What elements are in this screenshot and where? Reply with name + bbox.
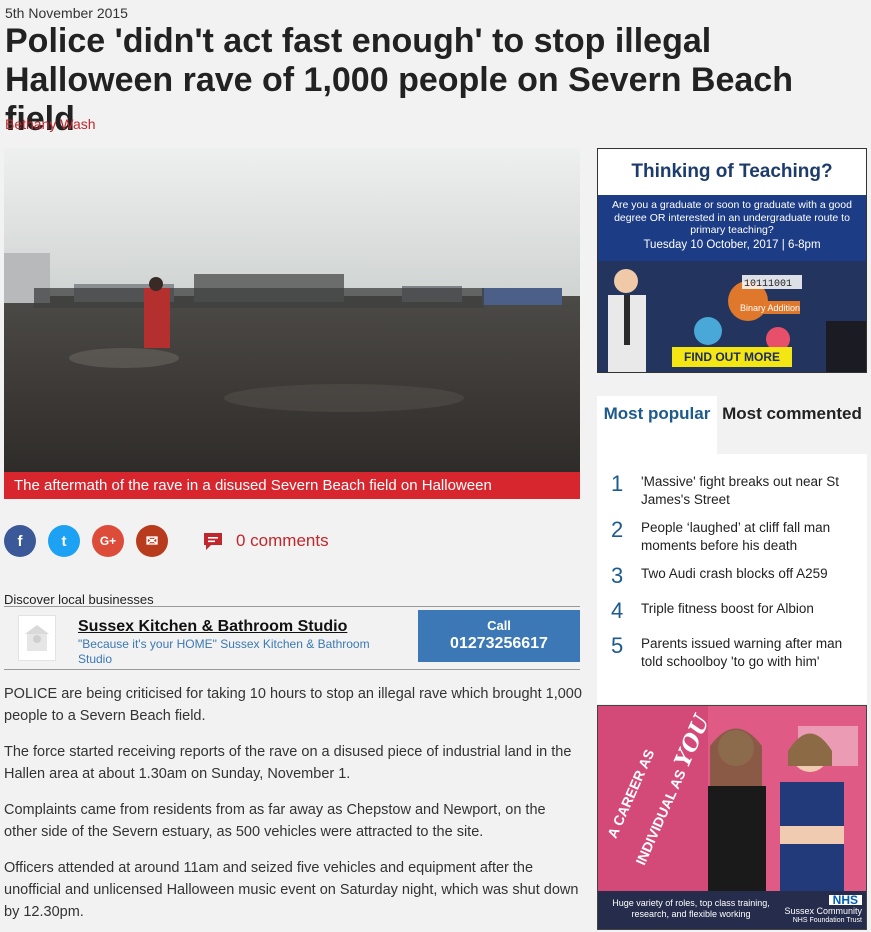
list-item[interactable]: 5 Parents issued warning after man told … [611, 632, 867, 671]
ad-text-panel: Are you a graduate or soon to graduate w… [598, 195, 866, 261]
call-business-button[interactable]: Call 01273256617 [418, 610, 580, 662]
article-paragraph: POLICE are being criticised for taking 1… [4, 686, 582, 724]
googleplus-icon: G+ [99, 534, 117, 548]
popular-list: 1 'Massive' fight breaks out near St Jam… [597, 454, 867, 671]
tab-most-popular[interactable]: Most popular [597, 396, 717, 454]
story-link[interactable]: Two Audi crash blocks off A259 [641, 562, 856, 590]
article-paragraph: The force started receiving reports of t… [4, 744, 572, 782]
local-businesses-title: Discover local businesses [4, 592, 154, 607]
business-tagline: "Because it's your HOME" Sussex Kitchen … [78, 637, 370, 666]
ad-title: Thinking of Teaching? [631, 161, 833, 182]
popular-tabs: Most popular Most commented [597, 396, 867, 454]
list-item[interactable]: 4 Triple fitness boost for Albion [611, 597, 867, 625]
rave-field-photo [4, 148, 580, 498]
email-share-button[interactable]: ✉ [136, 525, 168, 557]
author-link[interactable]: Bethany Wash [5, 116, 96, 132]
article-paragraph: Officers attended at around 11am and sei… [4, 860, 579, 920]
business-logo [18, 615, 56, 661]
facebook-icon: f [17, 532, 23, 550]
photo-caption: The aftermath of the rave in a disused S… [4, 472, 580, 499]
rank-number: 3 [611, 563, 624, 588]
share-bar: f t G+ ✉ 0 comments [4, 524, 329, 558]
phone-number: 01273256617 [450, 635, 548, 652]
tab-most-commented[interactable]: Most commented [717, 396, 867, 454]
article-date: 5th November 2015 [5, 5, 128, 21]
local-business-card: Sussex Kitchen & Bathroom Studio "Becaus… [4, 606, 580, 670]
twitter-share-button[interactable]: t [48, 525, 80, 557]
nhs-advert[interactable]: A CAREER AS INDIVIDUAL AS YOU Huge varie… [597, 705, 867, 930]
list-item[interactable]: 2 People ‘laughed’ at cliff fall man mom… [611, 516, 867, 555]
list-item[interactable]: 3 Two Audi crash blocks off A259 [611, 562, 867, 590]
article-headline: Police 'didn't act fast enough' to stop … [5, 22, 793, 138]
email-icon: ✉ [145, 533, 159, 550]
ad-footer-text: Huge variety of roles, top class trainin… [612, 898, 770, 919]
rank-number: 5 [611, 633, 624, 658]
facebook-share-button[interactable]: f [4, 525, 36, 557]
story-link[interactable]: People ‘laughed’ at cliff fall man momen… [641, 516, 856, 555]
most-popular-widget: Most popular Most commented 1 'Massive' … [597, 396, 867, 704]
list-item[interactable]: 1 'Massive' fight breaks out near St Jam… [611, 470, 867, 509]
article-body: POLICE are being criticised for taking 1… [4, 683, 582, 932]
ad-image: 10111001 Binary Addition FIND OUT MORE [598, 261, 866, 372]
comments-count: 0 comments [236, 531, 329, 550]
find-out-more-button[interactable]: FIND OUT MORE [672, 347, 792, 367]
twitter-icon: t [61, 532, 67, 550]
business-building-icon [25, 625, 49, 651]
teaching-advert[interactable]: Thinking of Teaching? Are you a graduate… [597, 148, 867, 373]
ad-footer: Huge variety of roles, top class trainin… [598, 891, 866, 929]
rank-number: 4 [611, 598, 624, 623]
business-name-link[interactable]: Sussex Kitchen & Bathroom Studio [78, 618, 347, 636]
rank-number: 2 [611, 517, 624, 542]
ad-description: Are you a graduate or soon to graduate w… [612, 199, 852, 236]
call-label: Call [487, 618, 511, 633]
comment-icon [204, 533, 222, 550]
googleplus-share-button[interactable]: G+ [92, 525, 124, 557]
ad-binary-text: 10111001 [744, 279, 792, 290]
ad-binary-label: Binary Addition [740, 303, 800, 313]
ad-event-date: Tuesday 10 October, 2017 | 6-8pm [643, 238, 821, 251]
nhs-org-name: Sussex Community [784, 906, 862, 916]
nhs-branding: NHS Sussex Community NHS Foundation Trus… [784, 894, 862, 926]
article-photo [4, 148, 580, 498]
nhs-logo: NHS [828, 894, 862, 906]
story-link[interactable]: Triple fitness boost for Albion [641, 597, 856, 625]
nhs-trust-name: NHS Foundation Trust [792, 917, 862, 924]
story-link[interactable]: Parents issued warning after man told sc… [641, 632, 856, 671]
story-link[interactable]: 'Massive' fight breaks out near St James… [641, 470, 856, 509]
rank-number: 1 [611, 471, 624, 496]
comments-link[interactable]: 0 comments [202, 530, 329, 552]
article-paragraph: Complaints came from residents from as f… [4, 802, 546, 840]
